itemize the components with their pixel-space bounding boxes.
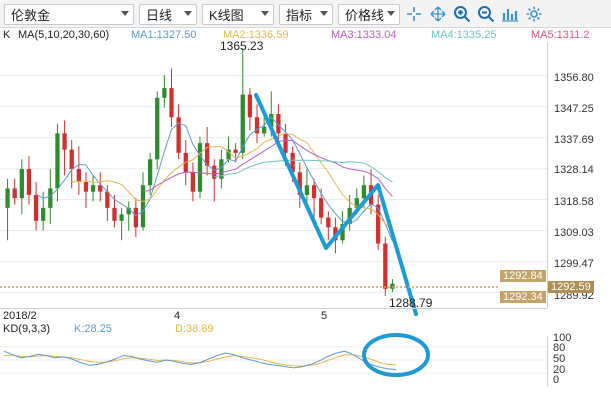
candle <box>19 159 24 215</box>
candle-body <box>304 185 310 195</box>
candle-body <box>233 149 238 153</box>
candle-body <box>311 185 317 199</box>
candle <box>90 175 96 202</box>
candle <box>169 68 174 127</box>
price-tick: 1318.58 <box>554 196 594 208</box>
price-tick: 1309.03 <box>554 227 594 239</box>
date-label: 4 <box>174 310 181 322</box>
candle-body <box>169 88 174 118</box>
kd-highlight-circle <box>362 333 430 377</box>
price-tag-current: 1292.59 <box>548 281 594 293</box>
price-tick: 1356.80 <box>554 72 594 84</box>
candle-body <box>390 283 395 289</box>
candle-body <box>83 181 89 192</box>
price-tick: 1337.69 <box>554 134 594 146</box>
candle-body <box>76 169 81 182</box>
candle-body <box>41 207 46 221</box>
candle-body <box>112 207 117 221</box>
candle <box>26 156 32 205</box>
candle <box>326 211 331 241</box>
candle <box>390 279 395 293</box>
candle-body <box>361 185 367 199</box>
candle <box>83 172 89 208</box>
candle-body <box>33 194 39 221</box>
candle-body <box>55 133 60 189</box>
candle-body <box>26 169 32 195</box>
candle-body <box>197 143 203 192</box>
candle-body <box>283 133 288 153</box>
candle <box>33 181 39 231</box>
candle <box>155 91 160 170</box>
candle-body <box>119 214 124 221</box>
candle-body <box>247 94 253 118</box>
ma-line <box>214 159 393 183</box>
price-tag-upper: 1292.84 <box>500 270 546 282</box>
candle-body <box>319 198 324 218</box>
candles <box>5 48 395 296</box>
candle-body <box>162 88 167 98</box>
candle <box>176 104 181 160</box>
kd-params: KD(9,3,3) <box>3 323 51 335</box>
candle-body <box>69 149 74 170</box>
price-tick: 1347.25 <box>554 103 594 115</box>
candle-body <box>383 243 388 289</box>
candle-body <box>5 188 10 208</box>
candle <box>197 136 203 199</box>
candlestick-chart[interactable] <box>0 0 611 403</box>
candle <box>5 178 10 241</box>
grid <box>0 75 547 293</box>
candle <box>247 88 253 131</box>
date-label: 5 <box>321 310 328 322</box>
candle-body <box>62 133 67 150</box>
kd-k-value: K:28.25 <box>74 323 112 335</box>
kd-lines <box>0 346 547 374</box>
kd-d-value: D:38.89 <box>175 323 214 335</box>
candle <box>12 178 17 205</box>
candle-body <box>12 188 17 199</box>
candle <box>233 143 238 163</box>
candle-body <box>105 191 110 208</box>
candle-body <box>90 185 96 192</box>
candle <box>376 194 381 250</box>
candle-body <box>147 159 153 186</box>
candle-body <box>262 126 267 134</box>
date-axis <box>0 308 547 322</box>
candle <box>219 149 224 189</box>
candle <box>98 172 103 202</box>
candle <box>162 75 167 108</box>
candle <box>62 120 67 176</box>
candle-body <box>155 97 160 160</box>
candle <box>126 201 131 231</box>
candle-body <box>133 207 138 228</box>
price-tag-lower: 1292.34 <box>500 291 546 303</box>
candle <box>240 48 245 160</box>
candle-body <box>48 188 53 208</box>
candle <box>226 136 231 163</box>
price-tick: 1328.14 <box>554 164 594 176</box>
candle <box>76 146 81 195</box>
candle-body <box>190 172 196 192</box>
candle <box>69 139 74 189</box>
candle-body <box>19 169 24 199</box>
candle <box>311 178 317 218</box>
high-label: 1365.23 <box>220 39 264 53</box>
price-tick: 1299.47 <box>554 258 594 270</box>
date-label: 2018/2 <box>3 310 37 322</box>
kd-tick: 0 <box>553 374 560 386</box>
candle-body <box>326 217 331 228</box>
candle <box>133 198 138 238</box>
candle <box>212 159 217 202</box>
candle <box>119 207 124 241</box>
kd-axis <box>547 336 548 386</box>
kd-legend: KD(9,3,3) K:28.25 D:38.89 <box>0 323 611 336</box>
